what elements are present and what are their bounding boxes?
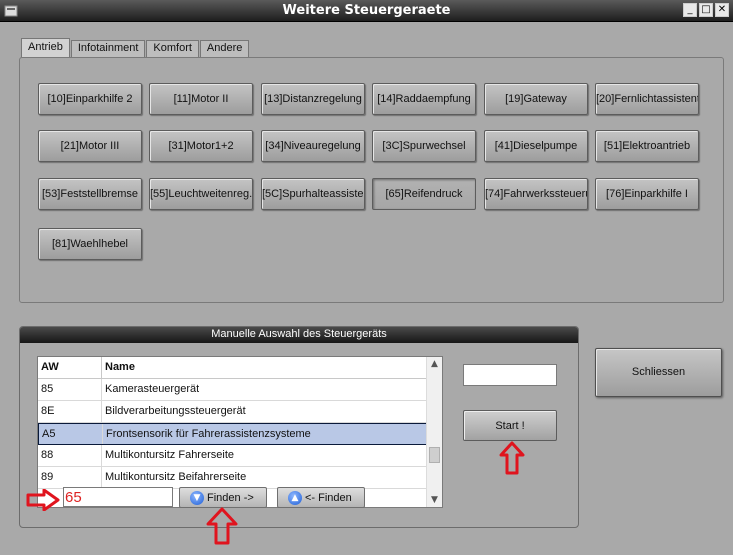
tab-andere[interactable]: Andere bbox=[199, 40, 250, 57]
ecu-button-65[interactable]: [65]Reifendruck bbox=[372, 178, 476, 210]
arrow-up-circle-icon: ▲ bbox=[288, 490, 302, 505]
ecu-button-14[interactable]: [14]Raddaempfung bbox=[372, 83, 476, 115]
scroll-down-icon[interactable]: ▼ bbox=[427, 493, 442, 507]
list-item-aw: 88 bbox=[38, 445, 102, 466]
list-item-aw: 89 bbox=[38, 467, 102, 488]
ecu-button-51[interactable]: [51]Elektroantrieb bbox=[595, 130, 699, 162]
ecu-button-34[interactable]: [34]Niveauregelung bbox=[261, 130, 365, 162]
column-aw[interactable]: AW bbox=[38, 357, 102, 378]
list-item-aw: A5 bbox=[39, 424, 103, 444]
ecu-button-11[interactable]: [11]Motor II bbox=[149, 83, 253, 115]
ecu-button-41[interactable]: [41]Dieselpumpe bbox=[484, 130, 588, 162]
close-button[interactable]: Schliessen bbox=[595, 348, 722, 397]
tab-strip: Antrieb Infotainment Komfort Andere bbox=[21, 38, 250, 57]
ecu-button-81[interactable]: [81]Waehlhebel bbox=[38, 228, 142, 260]
list-item[interactable]: 89 Multikontursitz Beifahrerseite bbox=[38, 467, 427, 489]
ecu-button-76[interactable]: [76]Einparkhilfe I bbox=[595, 178, 699, 210]
start-button[interactable]: Start ! bbox=[463, 410, 557, 441]
find-prev-button[interactable]: ▲ <- Finden bbox=[277, 487, 365, 508]
ecu-button-55[interactable]: [55]Leuchtweitenreg. bbox=[149, 178, 253, 210]
annotation-arrow-right-icon bbox=[26, 489, 60, 511]
ecu-button-53[interactable]: [53]Feststellbremse bbox=[38, 178, 142, 210]
ecu-list[interactable]: AW Name 85 Kamerasteuergerät 8E Bildvera… bbox=[37, 356, 443, 508]
annotation-arrow-up-icon bbox=[206, 507, 238, 545]
tab-antrieb[interactable]: Antrieb bbox=[21, 38, 70, 57]
result-field[interactable] bbox=[463, 364, 557, 386]
find-next-label: Finden -> bbox=[207, 491, 254, 504]
list-item[interactable]: 8E Bildverarbeitungssteuergerät bbox=[38, 401, 427, 423]
list-item[interactable]: 85 Kamerasteuergerät bbox=[38, 379, 427, 401]
ecu-button-3c[interactable]: [3C]Spurwechsel bbox=[372, 130, 476, 162]
ecu-button-10[interactable]: [10]Einparkhilfe 2 bbox=[38, 83, 142, 115]
close-icon[interactable]: ✕ bbox=[715, 3, 729, 17]
window-title: Weitere Steuergeraete bbox=[282, 3, 451, 18]
minimize-icon[interactable]: _ bbox=[683, 3, 697, 17]
tab-infotainment[interactable]: Infotainment bbox=[70, 40, 146, 57]
search-input[interactable] bbox=[63, 487, 173, 507]
list-item-name: Multikontursitz Fahrerseite bbox=[105, 449, 234, 461]
column-name[interactable]: Name bbox=[102, 357, 135, 378]
list-item-name: Frontsensorik für Fahrerassistenzsysteme bbox=[106, 428, 311, 440]
ecu-button-5c[interactable]: [5C]Spurhalteassistent bbox=[261, 178, 365, 210]
find-prev-label: <- Finden bbox=[305, 491, 352, 504]
manual-selection-title: Manuelle Auswahl des Steuergeräts bbox=[20, 327, 578, 343]
ecu-button-74[interactable]: [74]Fahrwerkssteuerung bbox=[484, 178, 588, 210]
find-next-button[interactable]: ▼ Finden -> bbox=[179, 487, 267, 508]
ecu-button-19[interactable]: [19]Gateway bbox=[484, 83, 588, 115]
tab-komfort[interactable]: Komfort bbox=[146, 40, 199, 57]
scroll-thumb[interactable] bbox=[429, 447, 440, 463]
ecu-button-31[interactable]: [31]Motor1+2 bbox=[149, 130, 253, 162]
ecu-button-21[interactable]: [21]Motor III bbox=[38, 130, 142, 162]
list-item-name: Kamerasteuergerät bbox=[105, 383, 200, 395]
annotation-arrow-up-icon bbox=[499, 441, 525, 475]
scroll-up-icon[interactable]: ▲ bbox=[427, 357, 442, 371]
list-header: AW Name bbox=[38, 357, 427, 379]
ecu-button-13[interactable]: [13]Distanzregelung bbox=[261, 83, 365, 115]
list-item-aw: 85 bbox=[38, 379, 102, 400]
maximize-icon[interactable]: □ bbox=[699, 3, 713, 17]
list-item-name: Multikontursitz Beifahrerseite bbox=[105, 471, 247, 483]
list-scrollbar[interactable]: ▲ ▼ bbox=[426, 357, 442, 507]
list-item-aw: 8E bbox=[38, 401, 102, 422]
list-item[interactable]: 88 Multikontursitz Fahrerseite bbox=[38, 445, 427, 467]
list-item-name: Bildverarbeitungssteuergerät bbox=[105, 405, 246, 417]
title-bar: Weitere Steuergeraete _ □ ✕ bbox=[0, 0, 733, 22]
list-item-selected[interactable]: A5 Frontsensorik für Fahrerassistenzsyst… bbox=[38, 423, 427, 445]
arrow-down-circle-icon: ▼ bbox=[190, 490, 204, 505]
ecu-button-20[interactable]: [20]Fernlichtassistent bbox=[595, 83, 699, 115]
